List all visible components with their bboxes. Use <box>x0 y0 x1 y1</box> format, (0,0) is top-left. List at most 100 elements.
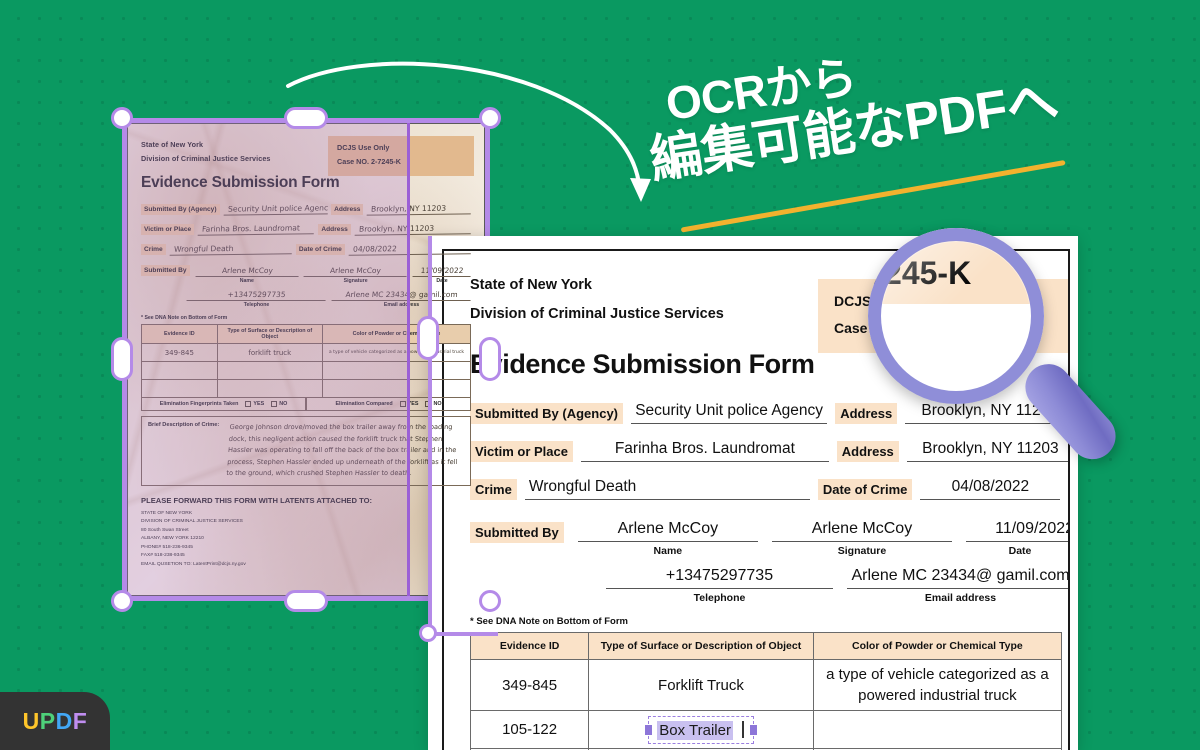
doc-cell-id-2[interactable]: 105-122 <box>469 710 590 749</box>
scan-telephone-value: +13475297735 <box>186 290 327 302</box>
doc-value-agency[interactable]: Security Unit police Agency <box>631 402 828 424</box>
updf-logo[interactable]: UPDF <box>0 692 110 750</box>
scan-cell-id-1: 349-845 <box>141 343 218 363</box>
resize-handle-bottom-right[interactable] <box>479 590 501 612</box>
resize-handle-top-center[interactable] <box>284 107 328 129</box>
scan-email-caption: Email address <box>383 302 420 309</box>
scan-elim-left-no[interactable]: NO <box>271 401 288 408</box>
doc-table-row: 105-122 Box Trailer <box>469 710 1063 749</box>
scan-table-row <box>141 379 472 399</box>
scan-name-value: Arlene McCoy <box>195 266 299 278</box>
scan-title: Evidence Submission Form <box>141 174 340 192</box>
doc-telephone-value[interactable]: +13475297735 <box>606 567 833 589</box>
logo-letter-f: F <box>72 707 88 734</box>
magnifier-glass: s Use Only NO. 2-7245-K <box>858 228 1126 478</box>
scan-elim-left-yes-label: YES <box>253 401 265 408</box>
doc-selection-edge-bottom[interactable] <box>428 632 498 636</box>
doc-table-header-row: Evidence ID Type of Surface or Descripti… <box>469 632 1063 660</box>
doc-resize-handle-left[interactable] <box>417 316 439 360</box>
doc-name-value[interactable]: Arlene McCoy <box>577 520 758 542</box>
scan-telephone-caption: Telephone <box>243 302 270 309</box>
scan-elim-left-no-label: NO <box>279 401 288 408</box>
magnifier-ring <box>868 228 1044 404</box>
scan-elim-fingerprints: Elimination Fingerprints Taken YES NO <box>141 398 306 412</box>
scan-label-victim: Victim or Place <box>141 224 195 236</box>
doc-date-caption: Date <box>1008 545 1032 557</box>
scan-label-address-2: Address <box>318 224 351 236</box>
scan-value-date-of-crime: 04/08/2022 <box>348 243 472 257</box>
scan-signature-block: Arlene McCoy Signature <box>303 266 408 285</box>
scan-th-color: Color of Powder or Chemical Type <box>321 324 472 345</box>
scan-signature-caption: Signature <box>343 278 368 285</box>
scan-description-box: Brief Description of Crime: George Johns… <box>141 416 471 486</box>
scan-field-row: Submitted By (Agency) Security Unit poli… <box>141 203 472 216</box>
resize-handle-top-left[interactable] <box>111 107 133 129</box>
doc-cell-type-1[interactable]: Forklift Truck <box>588 659 814 711</box>
doc-date-block: 11/09/2022 Date <box>966 520 1068 557</box>
scan-address-line: FAX# 518-238-9345 <box>141 553 185 559</box>
updf-logo-text: UPDF <box>23 708 88 735</box>
doc-table-row: 349-845 Forklift Truck a type of vehicle… <box>469 659 1063 711</box>
scan-date-caption: Date <box>436 278 448 285</box>
scan-cell-type-1: forklift truck <box>216 343 323 363</box>
scan-value-address-2: Brooklyn, NY 11203 <box>354 223 472 237</box>
scan-elim-right-yes[interactable]: YES <box>399 401 418 408</box>
scan-value-crime: Wrongful Death <box>169 243 293 257</box>
scan-name-caption: Name <box>239 278 254 285</box>
doc-cell-type-2[interactable]: Box Trailer <box>588 710 814 749</box>
scan-label-submitted-by: Submitted By <box>141 265 190 277</box>
doc-selection-edge-left[interactable] <box>428 236 432 636</box>
doc-label-agency: Submitted By (Agency) <box>470 403 624 424</box>
scan-address-block: STATE OF NEW YORK DIVISION OF CRIMINAL J… <box>141 510 471 569</box>
scan-address-line: PHONE# 518-236-9345 <box>141 544 193 550</box>
scan-address-line: DIVISION OF CRIMINAL JUSTICE SERVICES <box>141 519 243 525</box>
doc-value-crime[interactable]: Wrongful Death <box>524 478 810 500</box>
resize-handle-middle-left[interactable] <box>111 337 133 381</box>
resize-handle-bottom-left[interactable] <box>111 590 133 612</box>
scan-date-block: 11/09/2022 Date <box>412 266 472 285</box>
scanned-document-panel[interactable]: DCJS Use Only Case NO. 2-7245-K State of… <box>111 107 501 612</box>
scan-signature-value: Arlene McCoy <box>303 266 408 278</box>
scan-elim-left-yes[interactable]: YES <box>245 401 265 408</box>
scan-description-label: Brief Description of Crime: <box>148 422 220 429</box>
resize-handle-top-right[interactable] <box>479 107 501 129</box>
doc-th-color: Color of Powder or Chemical Type <box>812 632 1063 660</box>
text-edit-box[interactable]: Box Trailer <box>645 715 757 744</box>
resize-handle-bottom-center[interactable] <box>284 590 328 612</box>
edit-selected-text[interactable]: Box Trailer <box>657 720 733 740</box>
doc-cell-id-1[interactable]: 349-845 <box>469 659 590 711</box>
doc-email-value[interactable]: Arlene MC 23434@ gamil.com <box>847 567 1068 589</box>
logo-letter-p: P <box>39 707 56 734</box>
doc-label-victim: Victim or Place <box>470 441 573 462</box>
scan-cell-color-3 <box>321 379 472 399</box>
scan-cell-type-2 <box>216 361 323 381</box>
doc-dna-note: * See DNA Note on Bottom of Form <box>470 616 628 627</box>
logo-letter-d: D <box>55 707 73 734</box>
resize-handle-middle-right[interactable] <box>479 337 501 381</box>
checkbox-checked-icon[interactable] <box>399 401 406 408</box>
scan-th-type: Type of Surface or Description of Object <box>216 324 323 345</box>
doc-signature-caption: Signature <box>837 545 887 557</box>
scan-elimination-row: Elimination Fingerprints Taken YES NO El… <box>141 398 471 412</box>
doc-email-block: Arlene MC 23434@ gamil.com Email address <box>847 567 1068 604</box>
scan-cell-color-1: a type of vehicle categorized as a power… <box>321 343 472 363</box>
doc-value-date-of-crime[interactable]: 04/08/2022 <box>920 478 1061 500</box>
scan-cell-type-3 <box>216 379 323 399</box>
doc-signature-value[interactable]: Arlene McCoy <box>771 520 953 542</box>
doc-email-caption: Email address <box>924 592 997 604</box>
checkbox-checked-icon[interactable] <box>245 401 252 408</box>
edit-handle-right[interactable] <box>749 724 757 735</box>
doc-cell-color-1[interactable]: a type of vehicle categorized as a power… <box>812 659 1063 711</box>
logo-letter-u: U <box>22 707 40 734</box>
scan-name-block: Arlene McCoy Name <box>195 266 299 285</box>
edit-handle-left[interactable] <box>645 724 653 735</box>
checkbox-icon[interactable] <box>271 401 278 408</box>
scan-elim-left-label: Elimination Fingerprints Taken <box>159 401 239 408</box>
doc-resize-handle-bottom-left[interactable] <box>419 624 437 642</box>
doc-cell-color-2[interactable] <box>812 710 1063 749</box>
scan-label-crime: Crime <box>141 244 166 256</box>
doc-telephone-block: +13475297735 Telephone <box>606 567 833 604</box>
doc-value-victim[interactable]: Farinha Bros. Laundromat <box>580 440 829 462</box>
doc-date-value[interactable]: 11/09/2022 <box>966 520 1068 542</box>
scan-value-address-1: Brooklyn, NY 11203 <box>367 203 472 216</box>
